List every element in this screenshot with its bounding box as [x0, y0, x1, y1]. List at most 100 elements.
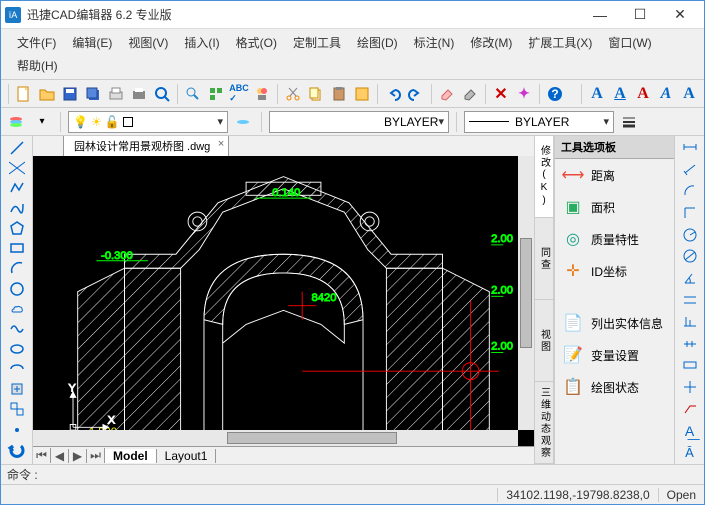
layout-next-icon[interactable]: ▶	[69, 449, 87, 463]
menu-draw[interactable]: 绘图(D)	[349, 31, 406, 54]
dim-tedit-icon[interactable]: Ā	[678, 443, 702, 462]
dim-radius-icon[interactable]	[678, 225, 702, 244]
lineweight-icon[interactable]	[618, 111, 640, 133]
command-bar[interactable]: 命令 :	[1, 464, 704, 484]
layer-prev-icon[interactable]	[232, 111, 254, 133]
preview-icon[interactable]	[151, 83, 173, 105]
insert-block-icon[interactable]	[5, 380, 29, 399]
find-icon[interactable]	[182, 83, 204, 105]
palette-item-distance[interactable]: ⟷距离	[555, 159, 674, 191]
back-icon[interactable]	[5, 440, 29, 462]
eraser-icon[interactable]	[436, 83, 458, 105]
vertical-scrollbar[interactable]	[518, 156, 534, 430]
copy-icon[interactable]	[305, 83, 327, 105]
oops-icon[interactable]	[459, 83, 481, 105]
menu-window[interactable]: 窗口(W)	[600, 31, 659, 54]
layout-prev-icon[interactable]: ◀	[51, 449, 69, 463]
menu-modify[interactable]: 修改(M)	[462, 31, 520, 54]
lineweight-combo[interactable]: BYLAYER	[464, 111, 614, 133]
dim-angular-icon[interactable]	[678, 269, 702, 288]
tolerance-icon[interactable]	[678, 356, 702, 375]
dim-aligned-icon[interactable]	[678, 160, 702, 179]
layer-combo[interactable]: 💡☀🔓	[68, 111, 228, 133]
xline-icon[interactable]	[5, 158, 29, 177]
textstyle-a4[interactable]: A	[655, 83, 677, 105]
textstyle-a2[interactable]: A	[609, 83, 631, 105]
horizontal-scrollbar[interactable]	[33, 430, 518, 446]
spline2-icon[interactable]	[5, 319, 29, 338]
center-mark-icon[interactable]	[678, 378, 702, 397]
print-icon[interactable]	[128, 83, 150, 105]
leader-icon[interactable]	[678, 400, 702, 419]
polyline-icon[interactable]	[5, 178, 29, 197]
palette-item-list[interactable]: 📄列出实体信息	[555, 307, 674, 339]
menu-edit[interactable]: 编辑(E)	[64, 31, 120, 54]
batch-icon[interactable]	[205, 83, 227, 105]
dim-arc-icon[interactable]	[678, 182, 702, 201]
plot-icon[interactable]	[105, 83, 127, 105]
linetype-combo[interactable]: BYLAYER	[269, 111, 449, 133]
menu-file[interactable]: 文件(F)	[9, 31, 64, 54]
menu-dimension[interactable]: 标注(N)	[406, 31, 463, 54]
palette-item-setvar[interactable]: 📝变量设置	[555, 339, 674, 371]
dim-quick-icon[interactable]	[678, 291, 702, 310]
new-icon[interactable]	[13, 83, 35, 105]
ellipse-arc-icon[interactable]	[5, 360, 29, 379]
menu-format[interactable]: 格式(O)	[228, 31, 285, 54]
spline-icon[interactable]	[5, 198, 29, 217]
dim-continue-icon[interactable]	[678, 334, 702, 353]
matchprop-icon[interactable]	[351, 83, 373, 105]
menu-custom-tools[interactable]: 定制工具	[285, 31, 349, 54]
delete-icon[interactable]: ✕	[490, 83, 512, 105]
arc-icon[interactable]	[5, 259, 29, 278]
dim-diameter-icon[interactable]	[678, 247, 702, 266]
dim-linear-icon[interactable]	[678, 138, 702, 157]
polygon-icon[interactable]	[5, 219, 29, 238]
dim-ordinate-icon[interactable]	[678, 203, 702, 222]
open-icon[interactable]	[36, 83, 58, 105]
drawing-canvas[interactable]: -0.300 0.140 8420 -1.500 2.00 2.00 2.00	[33, 156, 534, 446]
palette-tab-modify[interactable]: 修改(K)	[535, 136, 553, 218]
palette-tab-3dorbit[interactable]: 三维动态观察	[535, 382, 553, 464]
layer-states-icon[interactable]: ▾	[31, 111, 53, 133]
document-tab[interactable]: 园林设计常用景观桥图 .dwg	[63, 136, 229, 156]
palette-tab-inquiry[interactable]: 同查	[535, 218, 553, 300]
menu-help[interactable]: 帮助(H)	[9, 54, 66, 77]
help-icon[interactable]: ?	[544, 83, 566, 105]
redo-icon[interactable]	[405, 83, 427, 105]
textstyle-a1[interactable]: A	[586, 83, 608, 105]
dim-edit-icon[interactable]: A͟	[678, 421, 702, 440]
palette-item-area[interactable]: ▣面积	[555, 191, 674, 223]
audit-icon[interactable]	[251, 83, 273, 105]
layout-tab-1[interactable]: Layout1	[157, 449, 217, 463]
palette-item-idpoint[interactable]: ✛ID坐标	[555, 255, 674, 287]
paste-icon[interactable]	[328, 83, 350, 105]
menu-insert[interactable]: 插入(I)	[176, 31, 227, 54]
save-icon[interactable]	[59, 83, 81, 105]
circle-icon[interactable]	[5, 279, 29, 298]
close-button[interactable]: ✕	[660, 2, 700, 28]
spellcheck-icon[interactable]: ABC✓	[228, 83, 250, 105]
rectangle-icon[interactable]	[5, 239, 29, 258]
layer-manager-icon[interactable]	[5, 111, 27, 133]
revcloud-icon[interactable]	[5, 299, 29, 318]
layout-first-icon[interactable]: ⏮	[33, 448, 51, 463]
palette-item-massprops[interactable]: ◎质量特性	[555, 223, 674, 255]
textstyle-a5[interactable]: A	[678, 83, 700, 105]
line-icon[interactable]	[5, 138, 29, 157]
maximize-button[interactable]: ☐	[620, 2, 660, 28]
saveall-icon[interactable]	[82, 83, 104, 105]
point-icon[interactable]	[5, 420, 29, 439]
minimize-button[interactable]: —	[580, 2, 620, 28]
dim-baseline-icon[interactable]	[678, 312, 702, 331]
menu-extend[interactable]: 扩展工具(X)	[520, 31, 600, 54]
ellipse-icon[interactable]	[5, 339, 29, 358]
layout-last-icon[interactable]: ⏭	[87, 448, 105, 463]
make-block-icon[interactable]	[5, 400, 29, 419]
purge-icon[interactable]: ✦	[513, 83, 535, 105]
menu-view[interactable]: 视图(V)	[120, 31, 176, 54]
layout-tab-model[interactable]: Model	[105, 449, 157, 463]
palette-item-status[interactable]: 📋绘图状态	[555, 371, 674, 403]
textstyle-a3[interactable]: A	[632, 83, 654, 105]
palette-tab-view[interactable]: 视图	[535, 300, 553, 382]
